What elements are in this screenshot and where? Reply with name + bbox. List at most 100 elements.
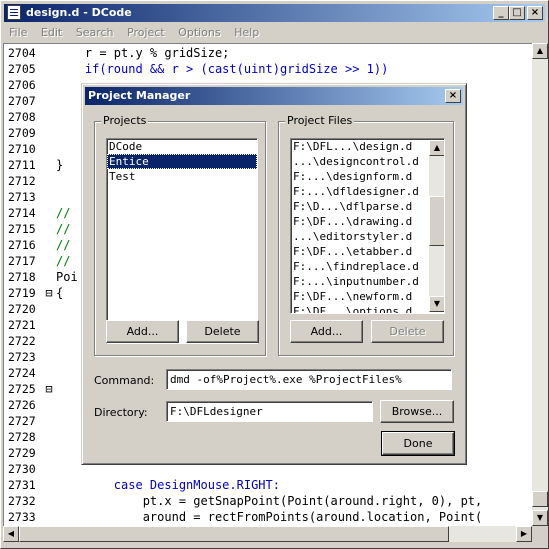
- file-list-item[interactable]: F:...\designform.d: [291, 169, 444, 184]
- line-number: 2712: [8, 174, 36, 188]
- line-number: 2725: [8, 382, 36, 396]
- line-number: 2720: [8, 302, 36, 316]
- file-list-item[interactable]: F:\DF...\newform.d: [291, 289, 444, 304]
- scroll-left-button[interactable]: ◀: [3, 526, 19, 542]
- line-number: 2710: [8, 142, 36, 156]
- project-list-item[interactable]: Test: [107, 169, 257, 184]
- line-number: 2711: [8, 158, 36, 172]
- browse-button[interactable]: Browse...: [380, 400, 454, 423]
- hscroll-thumb[interactable]: [19, 526, 449, 542]
- project-list-item[interactable]: DCode: [107, 139, 257, 154]
- minimize-button[interactable]: _: [493, 6, 509, 20]
- line-number: 2718: [8, 270, 36, 284]
- scroll-right-button[interactable]: ▶: [516, 526, 532, 542]
- done-button[interactable]: Done: [381, 431, 455, 456]
- code-text: {: [56, 286, 64, 300]
- line-number: 2728: [8, 430, 36, 444]
- menu-help[interactable]: Help: [229, 24, 264, 41]
- files-scroll-down-button[interactable]: ▼: [429, 296, 444, 312]
- code-line[interactable]: 2732 pt.x = getSnapPoint(Point(around.ri…: [4, 493, 533, 509]
- scroll-down-button[interactable]: ▼: [532, 510, 548, 526]
- file-list-item[interactable]: F:...\dfldesigner.d: [291, 184, 444, 199]
- projects-listbox[interactable]: DCode Entice Test: [106, 138, 258, 344]
- line-number: 2732: [8, 494, 36, 508]
- file-list-item[interactable]: ...\designcontrol.d: [291, 154, 444, 169]
- line-number: 2726: [8, 398, 36, 412]
- code-line[interactable]: 2731 case DesignMouse.RIGHT:: [4, 477, 533, 493]
- file-list-item[interactable]: F:\DF...\drawing.d: [291, 214, 444, 229]
- line-number: 2722: [8, 334, 36, 348]
- menu-project[interactable]: Project: [122, 24, 170, 41]
- project-files-group: Project Files F:\DFL...\design.d ...\desi…: [278, 114, 454, 356]
- file-list-item[interactable]: F:\DF...\options.d: [291, 304, 444, 313]
- file-list-item[interactable]: F:\DFL...\design.d: [291, 139, 444, 154]
- line-number: 2709: [8, 126, 36, 140]
- files-scroll-thumb[interactable]: [429, 196, 444, 246]
- code-text: r = pt.y % gridSize;: [56, 46, 230, 60]
- line-number: 2715: [8, 222, 36, 236]
- line-number: 2717: [8, 254, 36, 268]
- projects-group: Projects DCode Entice Test Add... Delete: [94, 114, 266, 356]
- line-number: 2721: [8, 318, 36, 332]
- line-number: 2731: [8, 478, 36, 492]
- dialog-title: Project Manager: [88, 89, 191, 102]
- app-icon: [7, 5, 21, 20]
- line-number: 2729: [8, 446, 36, 460]
- close-button[interactable]: ×: [527, 6, 543, 20]
- line-number: 2730: [8, 462, 36, 476]
- code-line[interactable]: 2704 r = pt.y % gridSize;: [4, 45, 533, 61]
- file-list-item[interactable]: F:...\findreplace.d: [291, 259, 444, 274]
- menu-options[interactable]: Options: [173, 24, 225, 41]
- fold-marker-icon[interactable]: ⊟: [42, 285, 56, 301]
- directory-label: Directory:: [94, 406, 148, 419]
- project-manager-dialog: Project Manager × Projects DCode Entice Te…: [81, 83, 467, 465]
- menu-edit[interactable]: Edit: [36, 24, 67, 41]
- menu-file[interactable]: File: [4, 24, 32, 41]
- code-text: //: [56, 222, 71, 236]
- fold-marker-icon[interactable]: ⊟: [42, 381, 56, 397]
- line-number: 2714: [8, 206, 36, 220]
- title-bar[interactable]: design.d - DCode _ □ ×: [4, 4, 545, 22]
- line-number: 2723: [8, 350, 36, 364]
- line-number: 2727: [8, 414, 36, 428]
- delete-file-button[interactable]: Delete: [371, 320, 444, 343]
- file-list-item[interactable]: F:\DF...\etabber.d: [291, 244, 444, 259]
- dialog-close-button[interactable]: ×: [445, 89, 461, 103]
- file-list-item[interactable]: F:...\inputnumber.d: [291, 274, 444, 289]
- maximize-button[interactable]: □: [509, 6, 525, 20]
- dialog-title-bar[interactable]: Project Manager ×: [85, 87, 463, 105]
- delete-project-button[interactable]: Delete: [186, 320, 259, 343]
- code-text: }: [56, 158, 64, 172]
- code-text: //: [56, 206, 71, 220]
- command-label: Command:: [94, 374, 155, 387]
- project-files-listbox[interactable]: F:\DFL...\design.d ...\designcontrol.d F:.…: [290, 138, 445, 314]
- code-text: //: [56, 238, 71, 252]
- window-title: design.d - DCode: [26, 6, 132, 19]
- code-line[interactable]: 2705 if(round && r > (cast(uint)gridSize…: [4, 61, 533, 77]
- editor-horizontal-scrollbar[interactable]: ◀ ▶: [3, 526, 532, 542]
- line-number: 2707: [8, 94, 36, 108]
- file-list-item[interactable]: ...\editorstyler.d: [291, 229, 444, 244]
- add-project-button[interactable]: Add...: [106, 320, 179, 343]
- code-text: around = rectFromPoints(around.location,…: [56, 510, 483, 524]
- code-text: pt.x = getSnapPoint(Point(around.right, …: [56, 494, 483, 508]
- files-scrollbar[interactable]: ▲ ▼: [429, 140, 444, 312]
- directory-field[interactable]: F:\DFLdesigner: [166, 401, 373, 422]
- project-list-item[interactable]: Entice: [107, 154, 257, 169]
- line-number: 2713: [8, 190, 36, 204]
- line-number: 2705: [8, 62, 36, 76]
- code-text: if(round && r > (cast(uint)gridSize >> 1…: [56, 62, 389, 76]
- code-text: case DesignMouse.RIGHT:: [56, 478, 280, 492]
- menu-search[interactable]: Search: [71, 24, 119, 41]
- add-file-button[interactable]: Add...: [290, 320, 363, 343]
- line-number: 2708: [8, 110, 36, 124]
- editor-vertical-scrollbar[interactable]: ▲ ▼: [532, 43, 548, 526]
- command-field[interactable]: dmd -of%Project%.exe %ProjectFiles%: [166, 369, 452, 390]
- line-number: 2706: [8, 78, 36, 92]
- scroll-up-button[interactable]: ▲: [532, 43, 548, 59]
- code-text: //: [56, 254, 71, 268]
- file-list-item[interactable]: F:\D...\dflparse.d: [291, 199, 444, 214]
- files-scroll-up-button[interactable]: ▲: [429, 140, 444, 156]
- code-line[interactable]: 2733 around = rectFromPoints(around.loca…: [4, 509, 533, 525]
- scroll-thumb[interactable]: [532, 491, 548, 507]
